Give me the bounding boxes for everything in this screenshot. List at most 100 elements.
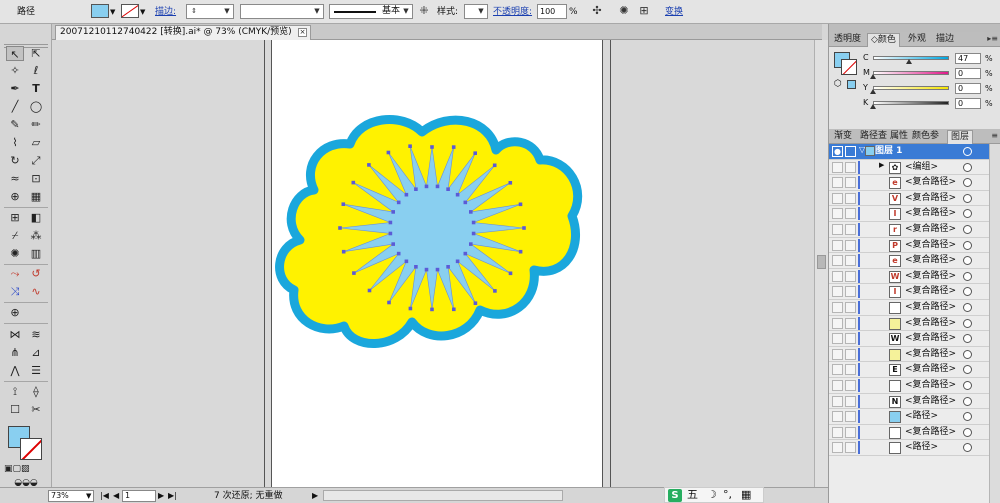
shape-builder-tool-icon[interactable]: ⊕ <box>6 189 24 204</box>
anchor-point[interactable] <box>518 202 523 207</box>
layer-row[interactable]: <路径> <box>829 440 989 456</box>
layer-name[interactable]: <复合路径> <box>905 301 956 314</box>
first-page-icon[interactable]: |◀ <box>100 490 109 502</box>
symbol-sprayer-tool-icon[interactable]: ✺ <box>6 246 24 261</box>
slider-value-input[interactable]: 0 <box>955 68 981 79</box>
layer-name[interactable]: <复合路径> <box>905 239 956 252</box>
anchor-point[interactable] <box>455 259 460 264</box>
lasso-tool-icon[interactable]: ℓ <box>27 63 45 78</box>
gradient-tool-icon[interactable]: ◧ <box>27 210 45 225</box>
tab-color-guide[interactable]: 颜色参 <box>909 130 942 144</box>
lock-toggle[interactable] <box>845 395 856 407</box>
moon-icon[interactable]: ☽ <box>707 488 717 502</box>
anchor-point[interactable] <box>424 184 429 189</box>
layer-name[interactable]: <复合路径> <box>905 363 956 376</box>
paintbrush-tool-icon[interactable]: ✎ <box>6 117 24 132</box>
lock-toggle[interactable] <box>845 224 856 235</box>
anchor-point[interactable] <box>469 210 473 214</box>
lock-toggle[interactable] <box>845 317 856 329</box>
anchor-point[interactable] <box>473 301 478 305</box>
anchor-point[interactable] <box>414 187 418 191</box>
direct-selection-tool-icon[interactable]: ⇱ <box>27 46 45 61</box>
layer-row[interactable]: <路径> <box>829 409 989 425</box>
layer-target-icon[interactable] <box>963 240 972 250</box>
wave-tool-icon[interactable]: ≋ <box>27 327 45 342</box>
anchor-point[interactable] <box>351 180 356 185</box>
lock-toggle[interactable] <box>845 146 856 157</box>
eye-icon[interactable] <box>832 208 843 220</box>
ime-toolbar[interactable]: S 五 ☽ °, ▦ <box>664 487 764 503</box>
crosshair-tool-icon[interactable]: ⊕ <box>6 305 24 320</box>
list-tool-icon[interactable]: ☰ <box>27 363 45 378</box>
layer-row[interactable]: W <复合路径> <box>829 331 989 347</box>
layer-row[interactable]: r <复合路径> <box>829 222 989 238</box>
layer-name[interactable]: <路径> <box>905 441 938 454</box>
layer-name[interactable]: <复合路径> <box>905 285 956 298</box>
color-mode-icon[interactable]: ▣▢▨ <box>4 462 30 477</box>
anchor-point[interactable] <box>463 200 468 205</box>
anchor-point[interactable] <box>408 306 413 311</box>
selection-tool-icon[interactable]: ↖ <box>6 46 24 61</box>
reflect-tool-icon[interactable]: ⤨ <box>6 284 24 299</box>
anchor-point[interactable] <box>367 163 371 167</box>
ellipse-tool-icon[interactable]: ◯ <box>27 99 45 114</box>
stroke-link[interactable]: 描边: <box>155 4 176 20</box>
layer-target-icon[interactable] <box>963 381 972 390</box>
layer-target-icon[interactable] <box>963 427 972 437</box>
eye-icon[interactable] <box>832 426 843 438</box>
anchor-point[interactable] <box>446 187 450 191</box>
rotate-tool-icon[interactable]: ↻ <box>6 153 24 168</box>
anchor-point[interactable] <box>435 267 440 272</box>
layer-target-icon[interactable] <box>963 318 972 328</box>
layer-target-icon[interactable] <box>963 271 972 281</box>
layer-target-icon[interactable] <box>963 443 972 453</box>
anchor-point[interactable] <box>522 226 526 230</box>
stroke-color-box[interactable] <box>20 438 42 460</box>
lock-toggle[interactable] <box>845 348 856 360</box>
tab-color[interactable]: ◇颜色 <box>867 33 900 47</box>
eye-icon[interactable] <box>832 380 843 391</box>
lock-toggle[interactable] <box>845 364 856 376</box>
column-graph-tool-icon[interactable]: ▥ <box>27 246 45 261</box>
type-tool-icon[interactable]: T <box>27 81 45 96</box>
eye-icon[interactable] <box>832 317 843 329</box>
lock-toggle[interactable] <box>845 302 856 313</box>
status-menu-icon[interactable]: ▶ <box>312 490 318 502</box>
anchor-point[interactable] <box>414 265 418 269</box>
anchor-point[interactable] <box>391 210 395 214</box>
perspective-grid-tool-icon[interactable]: ▦ <box>27 189 45 204</box>
eye-icon[interactable] <box>832 364 843 376</box>
anchor-point[interactable] <box>473 151 477 155</box>
eraser-tool-icon[interactable]: ▱ <box>27 135 45 150</box>
eye-icon[interactable] <box>832 192 843 204</box>
width-tool-icon[interactable]: ⤳ <box>6 266 24 281</box>
layer-target-icon[interactable] <box>963 412 972 422</box>
zigzag-tool-icon[interactable]: ⋀ <box>6 363 24 378</box>
anchor-point[interactable] <box>386 150 391 155</box>
tab-stroke[interactable]: 描边 <box>933 33 957 47</box>
chevron-down-icon[interactable]: ▼ <box>476 6 486 17</box>
wrinkle-tool-icon[interactable]: ∿ <box>27 284 45 299</box>
layer-row[interactable]: <复合路径> <box>829 316 989 332</box>
fill-swatch[interactable] <box>91 4 109 18</box>
layer-name[interactable]: 图层 1 <box>875 145 902 158</box>
anchor-point[interactable] <box>391 242 395 246</box>
eye-icon[interactable] <box>832 442 843 454</box>
eye-icon[interactable] <box>832 302 843 313</box>
artboard-tool-icon[interactable]: ☐ <box>6 402 24 417</box>
color-slider-track[interactable] <box>873 101 949 105</box>
anchor-point[interactable] <box>404 192 409 197</box>
lock-toggle[interactable] <box>845 177 856 189</box>
anchor-point[interactable] <box>493 289 497 293</box>
last-color-swatch[interactable] <box>847 80 856 89</box>
layer-name[interactable]: <复合路径> <box>905 348 956 361</box>
layer-target-icon[interactable] <box>963 178 972 188</box>
blob-brush-tool-icon[interactable]: ⌇ <box>6 135 24 150</box>
style-swatch-field[interactable]: ▼ <box>464 4 488 19</box>
anchor-point[interactable] <box>388 231 393 236</box>
ime-logo-icon[interactable]: S <box>668 489 682 502</box>
vertical-scrollbar[interactable] <box>814 40 828 487</box>
tab-pathfinder[interactable]: 路径查 <box>857 130 890 144</box>
live-paint-tool-icon[interactable]: ⟟ <box>6 384 24 399</box>
eye-icon[interactable] <box>832 255 843 267</box>
